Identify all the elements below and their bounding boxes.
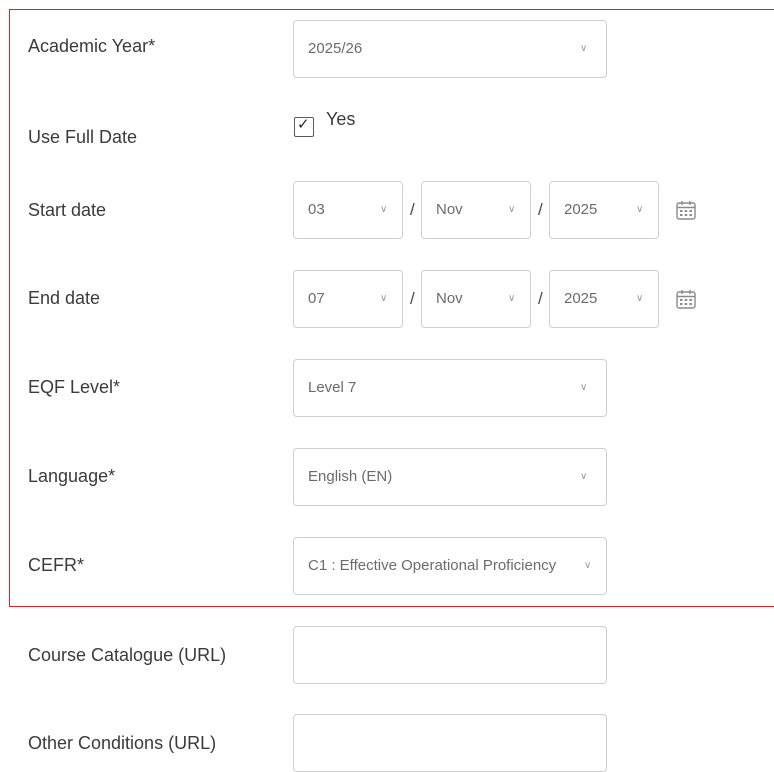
date-separator: / [538, 200, 543, 219]
start-day-select[interactable]: 03 ∨ [293, 181, 403, 239]
use-full-date-yes-label: Yes [326, 109, 356, 129]
eqf-level-value: Level 7 [308, 379, 357, 396]
start-year-select[interactable]: 2025 ∨ [549, 181, 659, 239]
chevron-down-icon: ∨ [508, 293, 516, 304]
language-label: Language* [28, 466, 116, 486]
chevron-down-icon: ∨ [508, 204, 516, 215]
language-value: English (EN) [308, 468, 393, 485]
chevron-down-icon: ∨ [636, 204, 644, 215]
end-month-value: Nov [436, 290, 463, 307]
start-year-value: 2025 [564, 201, 598, 218]
date-separator: / [410, 289, 415, 308]
end-month-select[interactable]: Nov ∨ [421, 270, 531, 328]
date-separator: / [410, 200, 415, 219]
checkmark-icon: ✓ [297, 116, 310, 133]
academic-year-label: Academic Year* [28, 36, 156, 56]
end-year-value: 2025 [564, 290, 598, 307]
chevron-down-icon: ∨ [580, 471, 588, 482]
other-conditions-label: Other Conditions (URL) [28, 733, 217, 753]
chevron-down-icon: ∨ [636, 293, 644, 304]
start-month-select[interactable]: Nov ∨ [421, 181, 531, 239]
chevron-down-icon: ∨ [380, 204, 388, 215]
eqf-level-label: EQF Level* [28, 377, 121, 397]
cefr-value: C1 : Effective Operational Proficiency [308, 557, 557, 574]
academic-year-select[interactable]: 2025/26 ∨ [293, 20, 607, 78]
date-separator: / [538, 289, 543, 308]
chevron-down-icon: ∨ [580, 382, 588, 393]
eqf-level-select[interactable]: Level 7 ∨ [293, 359, 607, 417]
use-full-date-checkbox[interactable]: ✓ [294, 116, 314, 137]
start-date-label: Start date [28, 200, 107, 220]
calendar-icon[interactable] [675, 199, 697, 221]
academic-year-value: 2025/26 [308, 40, 363, 57]
chevron-down-icon: ∨ [380, 293, 388, 304]
cefr-select[interactable]: C1 : Effective Operational Proficiency ∨ [293, 537, 607, 595]
end-day-select[interactable]: 07 ∨ [293, 270, 403, 328]
cefr-label: CEFR* [28, 555, 85, 575]
chevron-down-icon: ∨ [584, 560, 592, 571]
end-date-label: End date [28, 288, 101, 308]
course-catalogue-input[interactable] [293, 626, 607, 684]
end-day-value: 07 [308, 290, 325, 307]
course-catalogue-label: Course Catalogue (URL) [28, 645, 227, 665]
end-year-select[interactable]: 2025 ∨ [549, 270, 659, 328]
language-select[interactable]: English (EN) ∨ [293, 448, 607, 506]
start-month-value: Nov [436, 201, 463, 218]
other-conditions-input[interactable] [293, 714, 607, 772]
calendar-icon[interactable] [675, 288, 697, 310]
start-day-value: 03 [308, 201, 325, 218]
chevron-down-icon: ∨ [580, 43, 588, 54]
use-full-date-label: Use Full Date [28, 127, 138, 147]
